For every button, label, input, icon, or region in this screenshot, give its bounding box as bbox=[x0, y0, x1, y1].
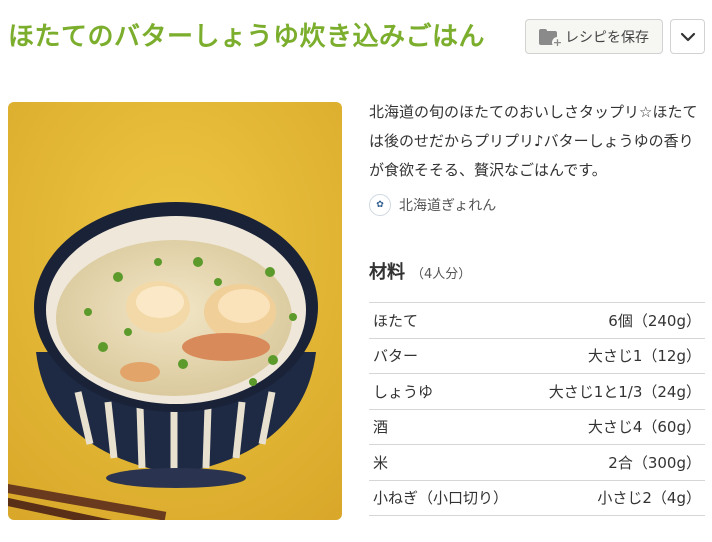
ingredient-name: 小ねぎ（小口切り） bbox=[373, 489, 509, 508]
more-options-button[interactable] bbox=[670, 19, 705, 54]
ingredients-header: 材料 （4人分） bbox=[369, 258, 471, 284]
ingredient-row: しょうゆ 大さじ1と1/3（24g） bbox=[369, 374, 705, 410]
chevron-down-icon bbox=[680, 32, 695, 41]
recipe-description: 北海道の旬のほたてのおいしさタップリ☆ほたては後のせだからプリプリ♪バターしょう… bbox=[369, 103, 698, 179]
ingredient-amount: 大さじ4（60g） bbox=[587, 418, 701, 437]
ingredient-row: バター 大さじ1（12g） bbox=[369, 339, 705, 374]
ingredients-servings: （4人分） bbox=[411, 267, 472, 282]
author-link[interactable]: ✿ 北海道ぎょれん bbox=[369, 194, 496, 216]
ingredient-name: 酒 bbox=[373, 418, 389, 437]
ingredients-title: 材料 bbox=[369, 262, 405, 283]
ingredient-amount: 小さじ2（4g） bbox=[597, 489, 701, 508]
save-recipe-label: レシピを保存 bbox=[565, 29, 649, 46]
author-name: 北海道ぎょれん bbox=[399, 198, 497, 214]
ingredient-name: 米 bbox=[373, 453, 389, 472]
ingredient-amount: 6個（240g） bbox=[608, 311, 701, 330]
ingredient-amount: 2合（300g） bbox=[608, 453, 701, 472]
save-recipe-button[interactable]: + レシピを保存 bbox=[525, 19, 663, 54]
ingredient-row: 米 2合（300g） bbox=[369, 445, 705, 481]
recipe-photo bbox=[8, 102, 342, 520]
ingredient-name: しょうゆ bbox=[373, 382, 434, 401]
ingredient-name: バター bbox=[373, 347, 419, 366]
folder-plus-icon: + bbox=[539, 28, 563, 48]
ingredient-row: ほたて 6個（240g） bbox=[369, 303, 705, 339]
ingredient-name: ほたて bbox=[373, 311, 419, 330]
ingredient-row: 酒 大さじ4（60g） bbox=[369, 410, 705, 445]
ingredient-row: 小ねぎ（小口切り） 小さじ2（4g） bbox=[369, 481, 705, 516]
recipe-title: ほたてのバターしょうゆ炊き込みごはん bbox=[8, 22, 486, 52]
author-logo-icon: ✿ bbox=[369, 194, 391, 216]
ingredient-amount: 大さじ1と1/3（24g） bbox=[548, 382, 701, 401]
ingredients-table: ほたて 6個（240g） バター 大さじ1（12g） しょうゆ 大さじ1と1/3… bbox=[369, 302, 705, 516]
ingredient-amount: 大さじ1（12g） bbox=[587, 347, 701, 366]
